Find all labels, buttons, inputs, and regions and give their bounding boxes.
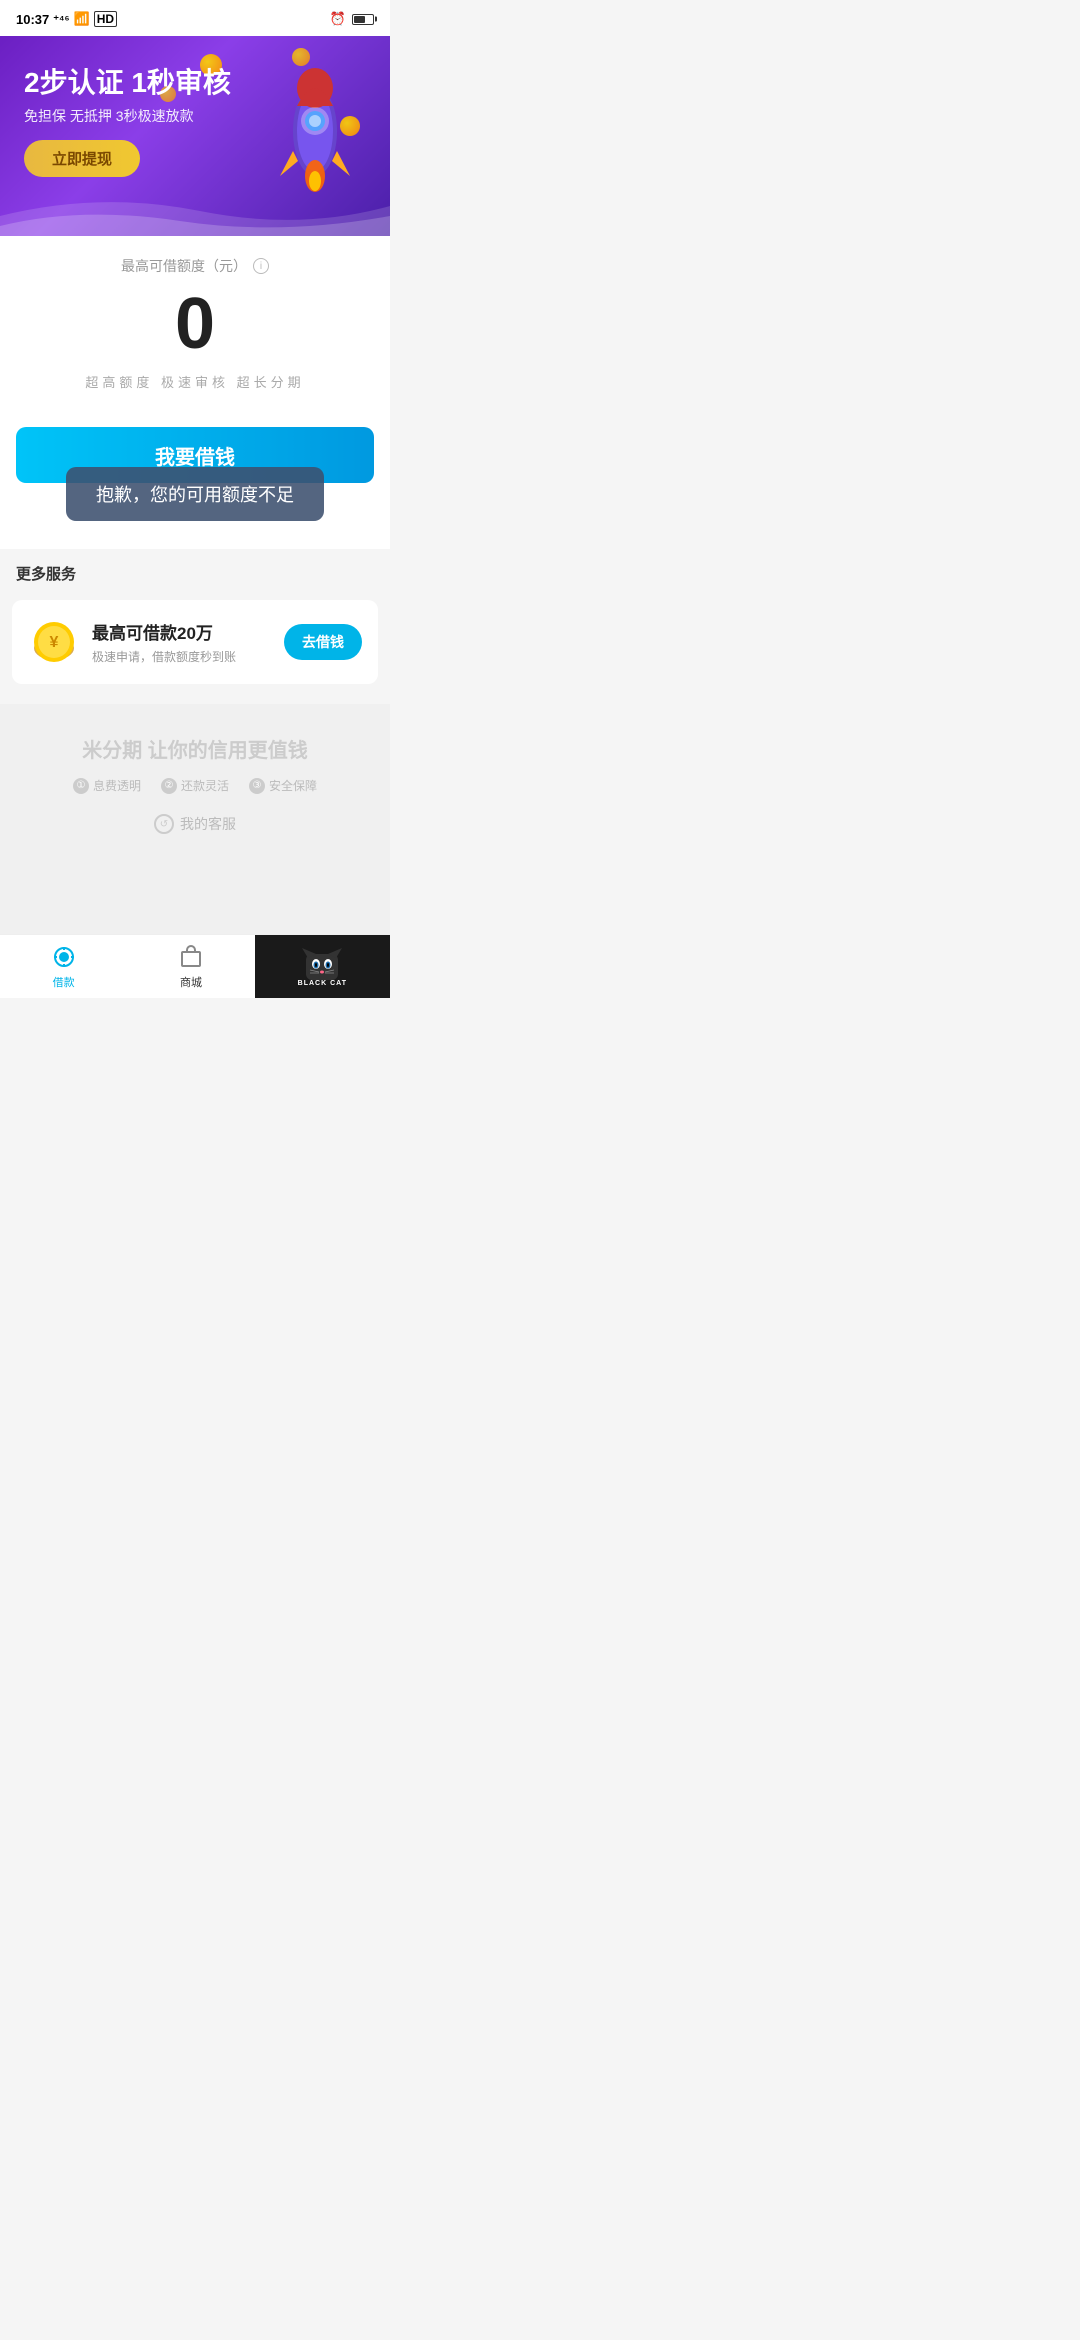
status-right: ⏰ [330, 11, 374, 27]
bottom-promo-section: 米分期 让你的信用更值钱 ① 息费透明 ② 还款灵活 ③ 安全保障 ↺ 我的客服 [0, 704, 390, 934]
status-bar: 10:37 ⁺⁴⁶ 📶 HD ⏰ [0, 0, 390, 36]
loan-desc: 极速申请，借款额度秒到账 [92, 648, 272, 665]
banner-title: 2步认证 1秒审核 [24, 66, 231, 100]
borrow-nav-label: 借款 [53, 974, 75, 990]
feature-num-2: ② [161, 778, 177, 794]
customer-service[interactable]: ↺ 我的客服 [16, 814, 374, 834]
nav-item-shop[interactable]: 商城 [127, 935, 254, 998]
loan-action-button[interactable]: 去借钱 [284, 624, 362, 660]
service-icon: ↺ [154, 814, 174, 834]
time-display: 10:37 [16, 12, 49, 27]
credit-tags: 超高额度 极速审核 超长分期 [16, 372, 374, 391]
banner-cta-button[interactable]: 立即提现 [24, 140, 140, 177]
feature-label-1: 息费透明 [93, 777, 141, 794]
more-services-title: 更多服务 [16, 566, 76, 583]
info-icon[interactable]: i [253, 258, 269, 274]
signal-bars: 📶 [74, 11, 90, 27]
feature-num-3: ③ [249, 778, 265, 794]
borrow-nav-icon [51, 944, 77, 970]
shop-nav-label: 商城 [180, 974, 202, 990]
loan-info: 最高可借款20万 极速申请，借款额度秒到账 [92, 619, 272, 665]
feature-label-3: 安全保障 [269, 777, 317, 794]
alarm-icon: ⏰ [330, 11, 346, 27]
blackcat-text: BLACK CAT [298, 980, 347, 987]
feature-label-2: 还款灵活 [181, 777, 229, 794]
hd-badge: HD [94, 11, 117, 27]
bottom-spacer [16, 834, 374, 914]
customer-service-label: 我的客服 [180, 814, 236, 834]
banner-subtitle: 免担保 无抵押 3秒极速放款 [24, 106, 231, 126]
loan-card: ¥ 最高可借款20万 极速申请，借款额度秒到账 去借钱 [12, 600, 378, 684]
feature-1: ① 息费透明 [73, 777, 141, 794]
bottom-nav: 借款 商城 [0, 934, 390, 998]
feature-num-1: ① [73, 778, 89, 794]
nav-item-borrow[interactable]: 借款 [0, 935, 127, 998]
shop-nav-icon [178, 944, 204, 970]
loan-card-container: ¥ 最高可借款20万 极速申请，借款额度秒到账 去借钱 [0, 592, 390, 704]
feature-3: ③ 安全保障 [249, 777, 317, 794]
feature-2: ② 还款灵活 [161, 777, 229, 794]
promo-features: ① 息费透明 ② 还款灵活 ③ 安全保障 [16, 777, 374, 794]
rocket-illustration [260, 56, 370, 196]
borrow-button-container: 我要借钱 抱歉，您的可用额度不足 [0, 411, 390, 499]
more-services-section: 更多服务 [0, 549, 390, 592]
banner-content: 2步认证 1秒审核 免担保 无抵押 3秒极速放款 立即提现 [24, 66, 231, 177]
battery-icon [352, 14, 374, 25]
blackcat-logo: BLACK CAT [298, 946, 347, 987]
wave-decoration [0, 186, 390, 236]
signal-indicator: ⁺⁴⁶ [53, 13, 69, 26]
credit-section: 最高可借额度（元） i 0 超高额度 极速审核 超长分期 [0, 236, 390, 411]
insufficient-popup: 抱歉，您的可用额度不足 [66, 467, 324, 521]
banner: 2步认证 1秒审核 免担保 无抵押 3秒极速放款 立即提现 [0, 36, 390, 236]
promo-title: 米分期 让你的信用更值钱 [16, 734, 374, 763]
svg-text:¥: ¥ [50, 634, 59, 651]
nav-item-mine[interactable]: BLACK CAT [255, 935, 390, 998]
loan-title: 最高可借款20万 [92, 619, 272, 644]
status-left: 10:37 ⁺⁴⁶ 📶 HD [16, 11, 117, 27]
credit-amount: 0 [16, 288, 374, 360]
credit-label: 最高可借额度（元） i [16, 256, 374, 276]
gold-coin-icon: ¥ [28, 616, 80, 668]
